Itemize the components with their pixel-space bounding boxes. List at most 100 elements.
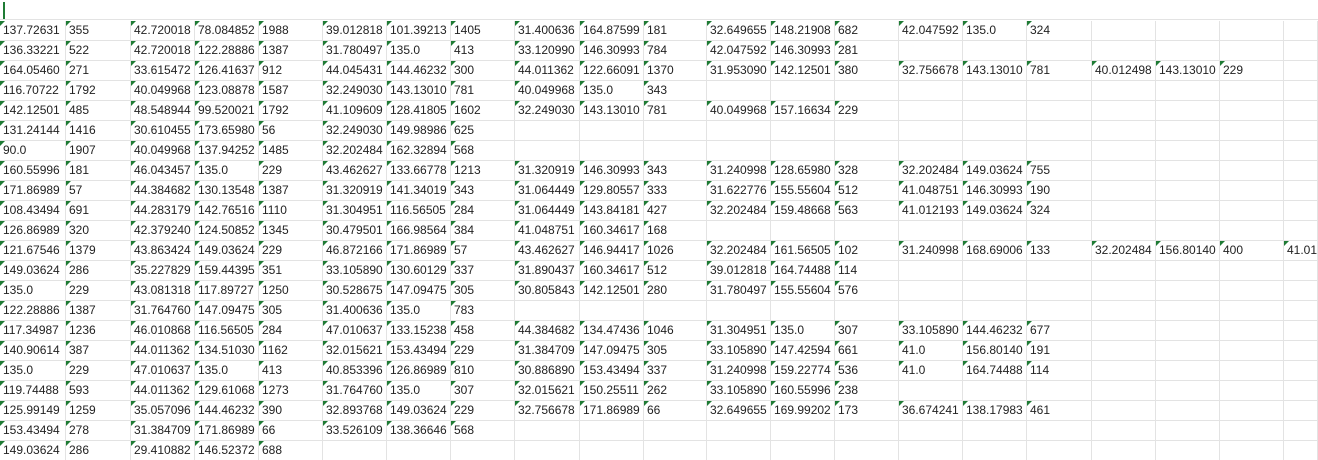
table-cell[interactable]: 413 bbox=[259, 361, 323, 380]
table-cell[interactable] bbox=[1092, 321, 1156, 340]
table-cell[interactable]: 337 bbox=[644, 361, 707, 380]
table-cell[interactable]: 229 bbox=[451, 341, 515, 360]
table-cell[interactable]: 563 bbox=[835, 201, 899, 220]
table-cell[interactable]: 155.55604 bbox=[771, 281, 835, 300]
table-cell[interactable]: 333 bbox=[644, 181, 707, 200]
table-cell[interactable]: 41.109609 bbox=[323, 101, 387, 120]
spreadsheet-grid[interactable]: 137.72631 355 42.720018 78.084852 1988 39.012… bbox=[0, 0, 1318, 460]
table-cell[interactable]: 40.049968 bbox=[515, 81, 580, 100]
table-cell[interactable] bbox=[1027, 381, 1092, 400]
table-cell[interactable]: 144.46232 bbox=[195, 401, 259, 420]
table-cell[interactable]: 101.39213 bbox=[387, 21, 451, 40]
table-cell[interactable]: 783 bbox=[451, 301, 515, 320]
table-cell[interactable] bbox=[1156, 81, 1220, 100]
table-cell[interactable]: 123.08878 bbox=[195, 81, 259, 100]
table-cell[interactable]: 31.304951 bbox=[323, 201, 387, 220]
table-cell[interactable] bbox=[1220, 221, 1284, 240]
table-cell[interactable]: 32.649655 bbox=[707, 401, 771, 420]
table-cell[interactable] bbox=[1220, 261, 1284, 280]
table-cell[interactable] bbox=[899, 261, 963, 280]
table-cell[interactable]: 48.548944 bbox=[131, 101, 195, 120]
table-cell[interactable]: 136.33221 bbox=[0, 41, 66, 60]
table-cell[interactable]: 31.780497 bbox=[707, 281, 771, 300]
table-cell[interactable]: 160.55996 bbox=[771, 381, 835, 400]
table-cell[interactable]: 31.064449 bbox=[515, 181, 580, 200]
table-cell[interactable]: 1110 bbox=[259, 201, 323, 220]
table-cell[interactable]: 162.32894 bbox=[387, 141, 451, 160]
table-cell[interactable] bbox=[1220, 401, 1284, 420]
table-cell[interactable] bbox=[1284, 441, 1318, 460]
table-cell[interactable]: 1387 bbox=[259, 181, 323, 200]
table-cell[interactable] bbox=[963, 281, 1027, 300]
table-cell[interactable]: 568 bbox=[451, 141, 515, 160]
table-cell[interactable]: 286 bbox=[66, 441, 131, 460]
table-cell[interactable]: 1907 bbox=[66, 141, 131, 160]
table-cell[interactable]: 134.51030 bbox=[195, 341, 259, 360]
table-cell[interactable] bbox=[771, 421, 835, 440]
table-cell[interactable]: 32.893768 bbox=[323, 401, 387, 420]
table-cell[interactable]: 229 bbox=[451, 401, 515, 420]
table-cell[interactable]: 32.249030 bbox=[323, 81, 387, 100]
table-cell[interactable]: 159.48668 bbox=[771, 201, 835, 220]
table-cell[interactable]: 168 bbox=[644, 221, 707, 240]
table-cell[interactable]: 32.202484 bbox=[899, 161, 963, 180]
table-cell[interactable]: 413 bbox=[451, 41, 515, 60]
table-cell[interactable] bbox=[1156, 441, 1220, 460]
table-cell[interactable]: 781 bbox=[644, 101, 707, 120]
table-cell[interactable] bbox=[1220, 321, 1284, 340]
table-cell[interactable]: 1387 bbox=[259, 41, 323, 60]
table-cell[interactable] bbox=[451, 441, 515, 460]
table-cell[interactable] bbox=[1156, 221, 1220, 240]
table-cell[interactable]: 33.105890 bbox=[323, 261, 387, 280]
table-cell[interactable]: 1046 bbox=[644, 321, 707, 340]
table-cell[interactable]: 171.86989 bbox=[580, 401, 644, 420]
table-cell[interactable]: 99.520021 bbox=[195, 101, 259, 120]
table-cell[interactable]: 116.70722 bbox=[0, 81, 66, 100]
table-cell[interactable] bbox=[1092, 441, 1156, 460]
table-cell[interactable] bbox=[580, 421, 644, 440]
table-cell[interactable]: 133.15238 bbox=[387, 321, 451, 340]
table-cell[interactable]: 30.610455 bbox=[131, 121, 195, 140]
table-cell[interactable]: 42.720018 bbox=[131, 21, 195, 40]
table-cell[interactable]: 141.34019 bbox=[387, 181, 451, 200]
table-cell[interactable]: 143.84181 bbox=[580, 201, 644, 220]
table-cell[interactable]: 108.43494 bbox=[0, 201, 66, 220]
table-cell[interactable]: 32.015621 bbox=[323, 341, 387, 360]
table-cell[interactable]: 116.56505 bbox=[387, 201, 451, 220]
table-cell[interactable]: 135.0 bbox=[580, 81, 644, 100]
table-cell[interactable]: 32.756678 bbox=[515, 401, 580, 420]
table-cell[interactable] bbox=[1220, 181, 1284, 200]
table-cell[interactable]: 143.13010 bbox=[963, 61, 1027, 80]
table-cell[interactable] bbox=[1156, 421, 1220, 440]
table-cell[interactable] bbox=[1092, 121, 1156, 140]
table-cell[interactable] bbox=[1156, 401, 1220, 420]
table-cell[interactable]: 133 bbox=[1027, 241, 1092, 260]
table-cell[interactable]: 35.227829 bbox=[131, 261, 195, 280]
table-cell[interactable] bbox=[707, 141, 771, 160]
table-cell[interactable] bbox=[1284, 321, 1318, 340]
table-cell[interactable]: 190 bbox=[1027, 181, 1092, 200]
table-cell[interactable]: 148.21908 bbox=[771, 21, 835, 40]
table-cell[interactable]: 42.047592 bbox=[899, 21, 963, 40]
table-cell[interactable] bbox=[1092, 221, 1156, 240]
table-cell[interactable] bbox=[707, 441, 771, 460]
table-cell[interactable]: 153.43494 bbox=[387, 341, 451, 360]
table-cell[interactable] bbox=[963, 141, 1027, 160]
table-cell[interactable]: 31.304951 bbox=[707, 321, 771, 340]
table-cell[interactable] bbox=[1284, 101, 1318, 120]
table-cell[interactable]: 126.41637 bbox=[195, 61, 259, 80]
table-cell[interactable] bbox=[1220, 421, 1284, 440]
table-cell[interactable]: 181 bbox=[66, 161, 131, 180]
table-cell[interactable]: 33.526109 bbox=[323, 421, 387, 440]
table-cell[interactable]: 150.25511 bbox=[580, 381, 644, 400]
table-cell[interactable]: 343 bbox=[644, 161, 707, 180]
table-cell[interactable]: 155.55604 bbox=[771, 181, 835, 200]
table-cell[interactable] bbox=[771, 441, 835, 460]
table-cell[interactable] bbox=[899, 141, 963, 160]
table-cell[interactable]: 32.202484 bbox=[323, 141, 387, 160]
table-cell[interactable]: 576 bbox=[835, 281, 899, 300]
table-cell[interactable]: 160.34617 bbox=[580, 261, 644, 280]
table-cell[interactable]: 142.12501 bbox=[771, 61, 835, 80]
table-cell[interactable] bbox=[963, 221, 1027, 240]
table-cell[interactable]: 1162 bbox=[259, 341, 323, 360]
